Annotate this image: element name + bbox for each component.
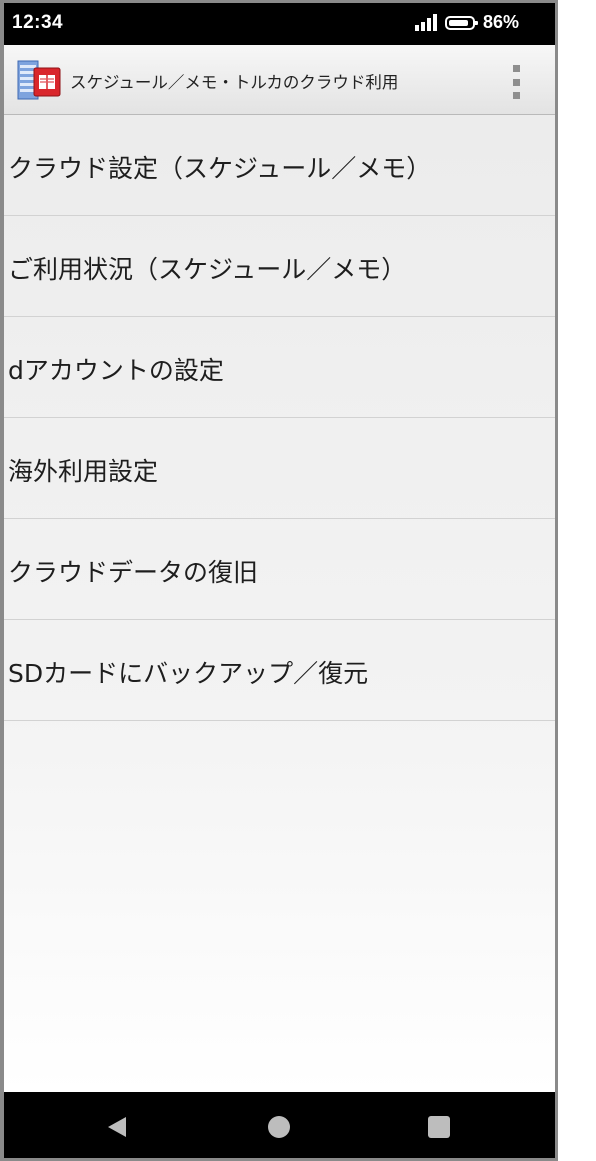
schedule-book-app-icon	[16, 59, 62, 101]
back-icon[interactable]	[105, 1114, 131, 1140]
menu-item-label: クラウド設定（スケジュール／メモ）	[8, 154, 432, 183]
device-frame: 12:34 86% スケジュール／メモ・トルカのクラウド利用 クラウド設定（スケ…	[0, 0, 558, 1161]
menu-item-label: dアカウントの設定	[8, 356, 224, 385]
battery-icon	[444, 15, 478, 30]
menu-item-label: クラウドデータの復旧	[8, 558, 259, 587]
menu-item-d-account[interactable]: dアカウントの設定	[4, 317, 555, 418]
signal-icon	[414, 14, 437, 31]
battery-percent: 86%	[482, 12, 519, 32]
menu-item-overseas-settings[interactable]: 海外利用設定	[4, 418, 555, 519]
settings-content: クラウド設定（スケジュール／メモ） ご利用状況（スケジュール／メモ） dアカウン…	[4, 115, 555, 1092]
menu-item-usage-status[interactable]: ご利用状況（スケジュール／メモ）	[4, 216, 555, 317]
home-icon[interactable]	[266, 1114, 292, 1140]
menu-item-label: 海外利用設定	[8, 457, 159, 486]
recents-icon[interactable]	[426, 1114, 452, 1140]
overflow-menu-icon[interactable]	[506, 65, 526, 99]
menu-item-cloud-data-recovery[interactable]: クラウドデータの復旧	[4, 519, 555, 620]
screen: 12:34 86% スケジュール／メモ・トルカのクラウド利用 クラウド設定（スケ…	[4, 3, 555, 1158]
status-indicators: 86%	[414, 12, 519, 33]
menu-item-label: ご利用状況（スケジュール／メモ）	[8, 255, 407, 284]
settings-menu-list: クラウド設定（スケジュール／メモ） ご利用状況（スケジュール／メモ） dアカウン…	[4, 115, 555, 721]
status-time: 12:34	[12, 12, 64, 33]
navigation-bar	[4, 1092, 555, 1158]
menu-item-sd-backup-restore[interactable]: SDカードにバックアップ／復元	[4, 620, 555, 721]
battery-fill	[448, 19, 468, 26]
app-bar: スケジュール／メモ・トルカのクラウド利用	[4, 45, 555, 115]
menu-item-label: SDカードにバックアップ／復元	[8, 659, 369, 688]
status-bar: 12:34 86%	[4, 3, 555, 45]
menu-item-cloud-settings[interactable]: クラウド設定（スケジュール／メモ）	[4, 115, 555, 216]
app-title: スケジュール／メモ・トルカのクラウド利用	[70, 73, 399, 92]
